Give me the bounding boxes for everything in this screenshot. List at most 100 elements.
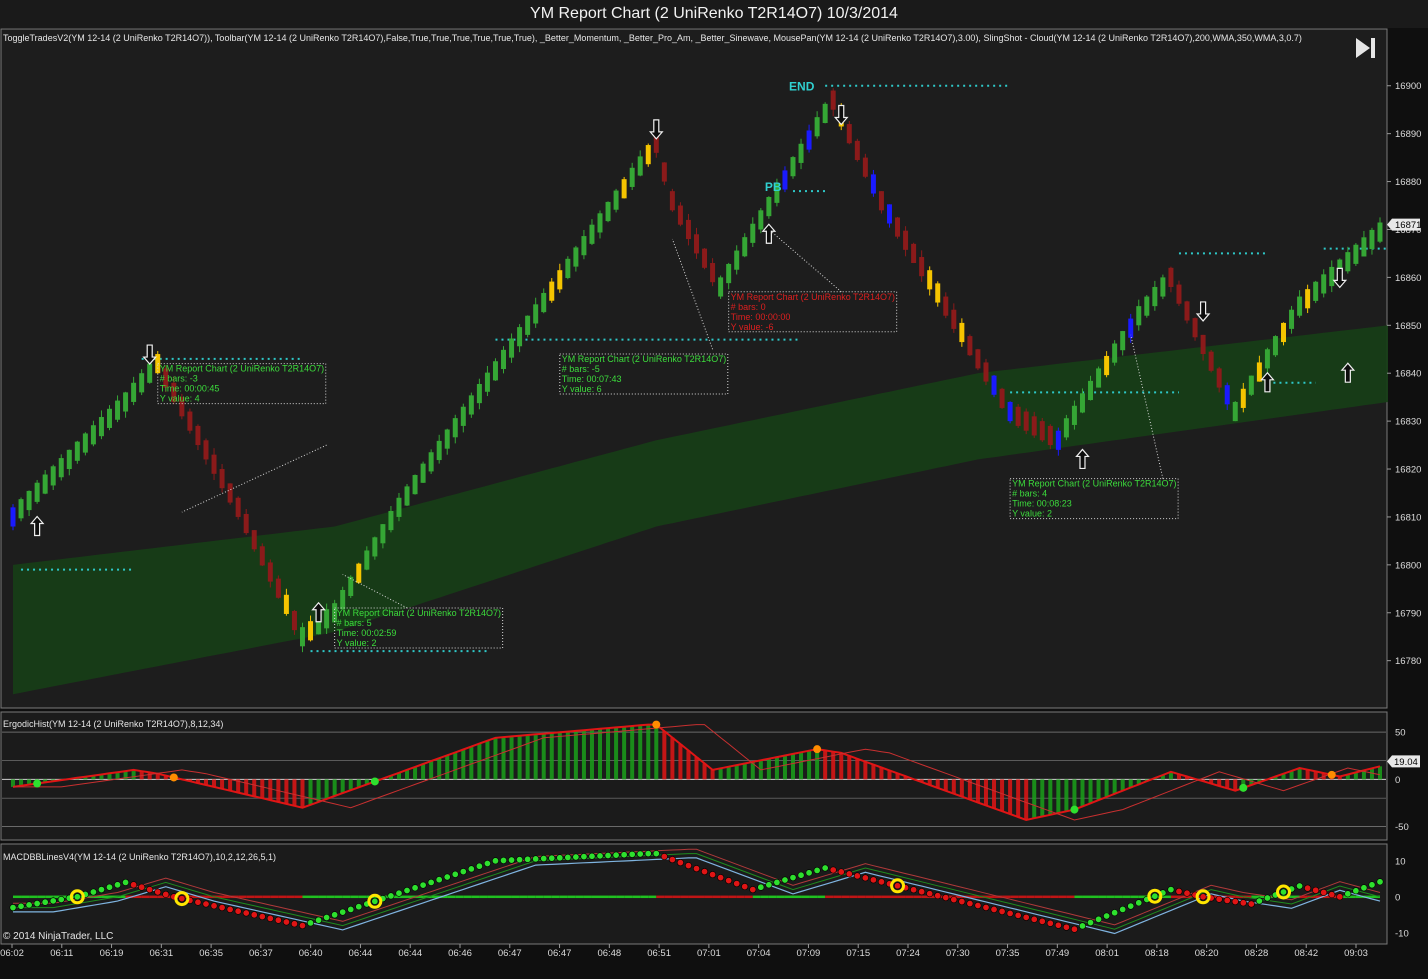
price-panel[interactable]: ToggleTradesV2(YM 12-14 (2 UniRenko T2R1… xyxy=(0,28,1421,709)
ergodic-bar xyxy=(260,779,265,799)
macd-dot xyxy=(829,866,837,874)
ergodic-bar xyxy=(959,779,964,797)
macd-dot xyxy=(500,856,508,864)
price-bar xyxy=(1039,418,1045,442)
macd-dot xyxy=(805,869,813,877)
time-tick-label: 07:09 xyxy=(797,948,821,959)
macd-dot xyxy=(1119,905,1127,913)
ergodic-bar xyxy=(1088,779,1093,804)
macd-dot xyxy=(628,850,636,858)
price-tick-label: 16890 xyxy=(1395,129,1421,140)
price-bar xyxy=(420,461,426,484)
macd-dot xyxy=(162,890,170,898)
price-bar xyxy=(878,191,884,214)
measure-note-line: Time: 00:00:45 xyxy=(160,384,220,394)
ergodic-bar xyxy=(734,765,739,780)
ergodic-bar xyxy=(453,752,458,780)
price-bar xyxy=(259,543,265,567)
macd-dot xyxy=(1070,925,1078,933)
macd-dot xyxy=(556,854,564,862)
macd-tick-label: -10 xyxy=(1395,928,1409,939)
ergodic-bar xyxy=(348,779,353,791)
ergodic-turn-dot xyxy=(652,720,661,729)
ergodic-bar xyxy=(268,779,273,801)
price-bar xyxy=(645,143,651,167)
measure-note-line: Time: 00:07:43 xyxy=(562,374,622,384)
macd-dot xyxy=(1199,893,1207,901)
price-indicator-label: ToggleTradesV2(YM 12-14 (2 UniRenko T2R1… xyxy=(3,33,1302,43)
measure-note-title: YM Report Chart (2 UniRenko T2R14O7) xyxy=(731,292,895,302)
price-bar xyxy=(1184,300,1190,324)
ergodic-bar xyxy=(638,725,643,780)
macd-dot xyxy=(1030,915,1038,923)
macd-dot xyxy=(644,850,652,858)
ergodic-bar xyxy=(622,726,627,780)
macd-dot xyxy=(709,871,717,879)
ergodic-last-value: 19.04 xyxy=(1394,757,1418,768)
ergodic-bar xyxy=(871,764,876,780)
macd-dot xyxy=(636,850,644,858)
ergodic-bar xyxy=(525,735,530,780)
macd-dot xyxy=(1022,913,1030,921)
macd-dot xyxy=(861,874,869,882)
macd-dot xyxy=(1263,894,1271,902)
macd-dot xyxy=(588,852,596,860)
ergodic-bar xyxy=(597,728,603,780)
price-bar xyxy=(251,530,257,552)
window-title: YM Report Chart (2 UniRenko T2R14O7) 10/… xyxy=(0,0,1428,28)
price-bar xyxy=(983,358,989,386)
ergodic-bar xyxy=(1016,779,1021,818)
price-bar xyxy=(1232,401,1238,422)
macd-dot xyxy=(73,893,81,901)
ergodic-bar xyxy=(1040,779,1045,817)
price-bar xyxy=(895,216,901,239)
ergodic-bar xyxy=(654,724,659,780)
price-bar xyxy=(404,483,410,507)
price-bar xyxy=(790,156,796,179)
ergodic-bar xyxy=(943,779,948,791)
ergodic-bar xyxy=(686,750,691,780)
macd-dot xyxy=(97,886,105,894)
copyright: © 2014 NinjaTrader, LLC xyxy=(3,931,113,942)
macdbb-panel[interactable]: MACDBBLinesV4(YM 12-14 (2 UniRenko T2R14… xyxy=(0,843,1409,945)
macd-dot xyxy=(355,903,363,911)
macd-dot xyxy=(210,902,218,910)
time-tick-label: 06:31 xyxy=(149,948,173,959)
measure-note-line: # bars: 4 xyxy=(1012,489,1047,499)
price-bar xyxy=(1144,295,1150,318)
macd-dot xyxy=(395,889,403,897)
macd-dot xyxy=(508,856,516,864)
ergodic-bar xyxy=(220,779,225,789)
ergodic-bar xyxy=(228,779,233,791)
price-tick-label: 16850 xyxy=(1395,321,1421,332)
ergodic-bar xyxy=(1233,779,1238,791)
macd-dot xyxy=(331,911,339,919)
ergodic-bar xyxy=(573,730,578,780)
macd-dot xyxy=(298,922,306,930)
price-bar xyxy=(975,348,981,371)
macd-dot xyxy=(966,900,974,908)
macd-dot xyxy=(773,878,781,886)
measure-note-line: Y value: 6 xyxy=(562,384,602,394)
time-tick-label: 06:11 xyxy=(50,948,73,959)
chart-window: YM Report Chart (2 UniRenko T2R14O7) 10/… xyxy=(0,0,1428,979)
ergodic-bar xyxy=(549,732,554,780)
ergodic-bar xyxy=(252,779,257,797)
ergodic-bar xyxy=(1377,766,1383,780)
macd-dot xyxy=(548,854,556,862)
macd-dot xyxy=(684,862,692,870)
ergodic-panel[interactable]: ErgodicHist(YM 12-14 (2 UniRenko T2R14O7… xyxy=(0,711,1420,841)
macd-dot xyxy=(926,890,934,898)
macd-dot xyxy=(701,868,709,876)
ergodic-bar xyxy=(1048,779,1053,815)
chart-canvas[interactable]: ToggleTradesV2(YM 12-14 (2 UniRenko T2R1… xyxy=(0,28,1428,979)
ergodic-bar xyxy=(292,779,297,806)
macd-dot xyxy=(1368,881,1376,889)
macd-dot xyxy=(1046,919,1054,927)
macd-dot xyxy=(451,870,459,878)
macd-dot xyxy=(749,886,757,894)
macd-dot xyxy=(226,905,234,913)
ergodic-turn-dot xyxy=(33,779,42,788)
ergodic-bar xyxy=(429,761,434,780)
ergodic-bar xyxy=(493,737,498,780)
